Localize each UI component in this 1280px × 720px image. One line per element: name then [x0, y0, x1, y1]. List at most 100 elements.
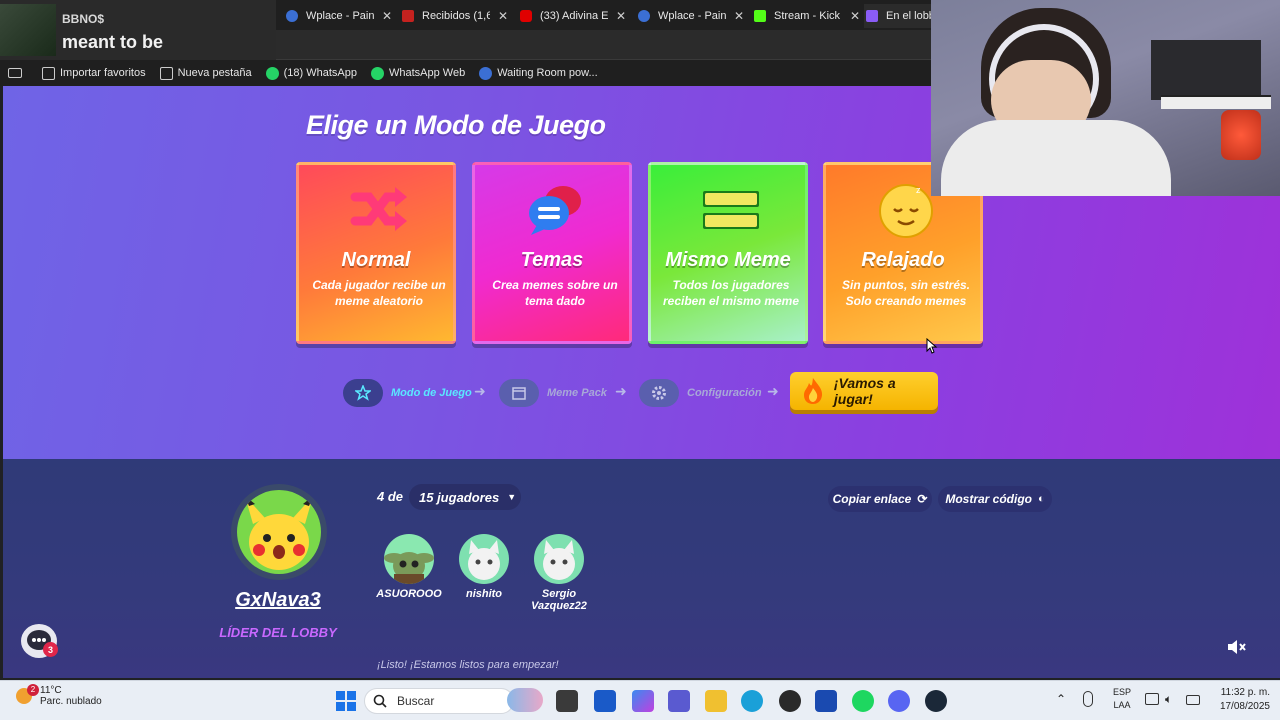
discord-icon[interactable] [888, 690, 910, 712]
mode-card-temas[interactable]: Temas Crea memes sobre un tema dado [472, 162, 632, 344]
clock-date: 17/08/2025 [1219, 701, 1270, 712]
mode-name: Relajado [861, 249, 945, 271]
fire-icon [803, 378, 823, 404]
weather-desc: Parc. nublado [40, 696, 102, 707]
page-title: Elige un Modo de Juego [306, 110, 606, 140]
now-playing-overlay: BBNO$ meant to be [0, 0, 276, 60]
piano-image [1151, 40, 1261, 100]
host-avatar [231, 484, 327, 580]
edge-icon[interactable] [741, 690, 763, 712]
step-configuracion[interactable]: Configuración [639, 379, 762, 407]
close-icon[interactable]: ✕ [382, 9, 392, 23]
arrow-right-icon: ➜ [767, 383, 779, 399]
weather-badge: 2 [27, 684, 39, 696]
search-highlight-icon [507, 688, 543, 712]
play-label: ¡Vamos a jugar! [833, 375, 896, 407]
equal-icon [703, 191, 759, 229]
close-icon[interactable]: ✕ [850, 9, 860, 23]
weather-temp: 11°C [40, 685, 62, 696]
star-icon [343, 379, 383, 407]
search-icon [373, 694, 387, 708]
network-icon[interactable] [1145, 693, 1159, 705]
show-code-label: Mostrar código [945, 492, 1032, 506]
chat-bubbles-icon [529, 186, 581, 235]
show-code-button[interactable]: Mostrar código ◐ [938, 486, 1052, 512]
vscode-icon[interactable] [815, 690, 837, 712]
search-placeholder: Buscar [397, 694, 435, 708]
bookmark-label: (18) WhatsApp [283, 67, 357, 79]
clock-time: 11:32 p. m. [1220, 687, 1270, 698]
mode-desc: Sin puntos, sin estrés. Solo creando mem… [841, 278, 971, 308]
close-icon[interactable]: ✕ [498, 9, 508, 23]
shuffle-icon [350, 187, 407, 231]
taskbar-search[interactable]: Buscar [364, 688, 514, 714]
tab-label: (33) Adivina El [540, 10, 608, 22]
tab-gmail[interactable]: Recibidos (1,6 ✕ [396, 4, 512, 28]
mode-card-normal[interactable]: Normal Cada jugador recibe un meme aleat… [296, 162, 456, 344]
tab-kick[interactable]: Stream - Kick D ✕ [748, 4, 864, 28]
tab-label: Recibidos (1,6 [422, 10, 490, 22]
play-button[interactable]: ¡Vamos a jugar! [790, 372, 938, 410]
tab-lobby[interactable]: En el lobb [864, 4, 931, 28]
step-label: Configuración [687, 387, 762, 399]
player-name: Sergio Vazquez22 [531, 588, 587, 612]
spotify-icon[interactable] [852, 690, 874, 712]
chevron-up-icon[interactable]: ⌃ [1056, 692, 1066, 706]
tab-youtube[interactable]: (33) Adivina El ✕ [514, 4, 630, 28]
person-body [941, 120, 1171, 196]
player-item: nishito [449, 534, 519, 600]
newtab-icon [159, 66, 173, 80]
address-bar[interactable] [276, 30, 931, 60]
sleepy-face-icon: z [879, 184, 933, 238]
arrow-right-icon: ➜ [615, 383, 627, 399]
store-icon[interactable] [594, 690, 616, 712]
player-name: nishito [465, 588, 503, 600]
step-modo-de-juego[interactable]: Modo de Juego [343, 379, 472, 407]
player-count-label: 4 de [377, 489, 404, 504]
windows-start-icon[interactable] [335, 690, 357, 712]
lamp-image [1221, 110, 1261, 160]
obs-icon[interactable] [779, 690, 801, 712]
battery-icon[interactable] [1186, 695, 1200, 705]
lang-layout: LAA [1113, 700, 1131, 710]
steam-icon[interactable] [925, 690, 947, 712]
tab-label: Wplace - Paint [658, 10, 726, 22]
file-explorer-icon[interactable] [705, 690, 727, 712]
lobby-panel [3, 459, 1280, 678]
tab-label: Stream - Kick D [774, 10, 842, 22]
mode-card-mismo-meme[interactable]: Mismo Meme Todos los jugadores reciben e… [648, 162, 808, 344]
copy-link-button[interactable]: Copiar enlace ⟳ [828, 486, 932, 512]
tab-wplace-1[interactable]: Wplace - Paint ✕ [280, 4, 396, 28]
weather-widget[interactable]: 2 11°C Parc. nublado [16, 684, 102, 707]
close-icon[interactable]: ✕ [616, 9, 626, 23]
mode-desc: Cada jugador recibe un meme aleatorio [312, 278, 446, 308]
max-players-select[interactable]: 15 jugadores ▼ [409, 484, 521, 510]
host-name: GxNava3 [235, 589, 321, 611]
bookmark-import[interactable]: Importar favoritos [42, 66, 146, 80]
bookmark-whatsapp[interactable]: (18) WhatsApp [265, 66, 357, 80]
taskbar-clock[interactable]: 11:32 p. m. 17/08/2025 [1206, 686, 1270, 714]
microphone-icon[interactable] [1083, 691, 1093, 707]
bookmark-waiting-room[interactable]: Waiting Room pow... [479, 66, 598, 80]
language-indicator[interactable]: ESP LAA [1110, 686, 1134, 712]
mode-name: Mismo Meme [665, 249, 791, 271]
teams-icon[interactable] [668, 690, 690, 712]
bookmark-newtab[interactable]: Nueva pestaña [159, 66, 252, 80]
task-view-icon[interactable] [556, 690, 578, 712]
sidebar-toggle-icon[interactable] [8, 68, 22, 78]
volume-icon[interactable]: 🔈︎ [1165, 692, 1172, 707]
game-icon [866, 10, 878, 22]
bookmark-whatsapp-web[interactable]: WhatsApp Web [370, 66, 465, 80]
close-icon[interactable]: ✕ [734, 9, 744, 23]
speaker-muted-icon[interactable] [1225, 636, 1247, 658]
step-meme-pack[interactable]: Meme Pack [499, 379, 607, 407]
webcam-overlay [931, 0, 1280, 196]
artist-name: BBNO$ [62, 12, 105, 26]
mode-name: Temas [520, 249, 584, 271]
youtube-icon [520, 10, 532, 22]
max-players-value: 15 jugadores [419, 489, 500, 505]
tab-wplace-2[interactable]: Wplace - Paint ✕ [632, 4, 748, 28]
player-avatar [534, 534, 584, 584]
copilot-icon[interactable] [632, 690, 654, 712]
player-item: Sergio Vazquez22 [524, 534, 594, 612]
